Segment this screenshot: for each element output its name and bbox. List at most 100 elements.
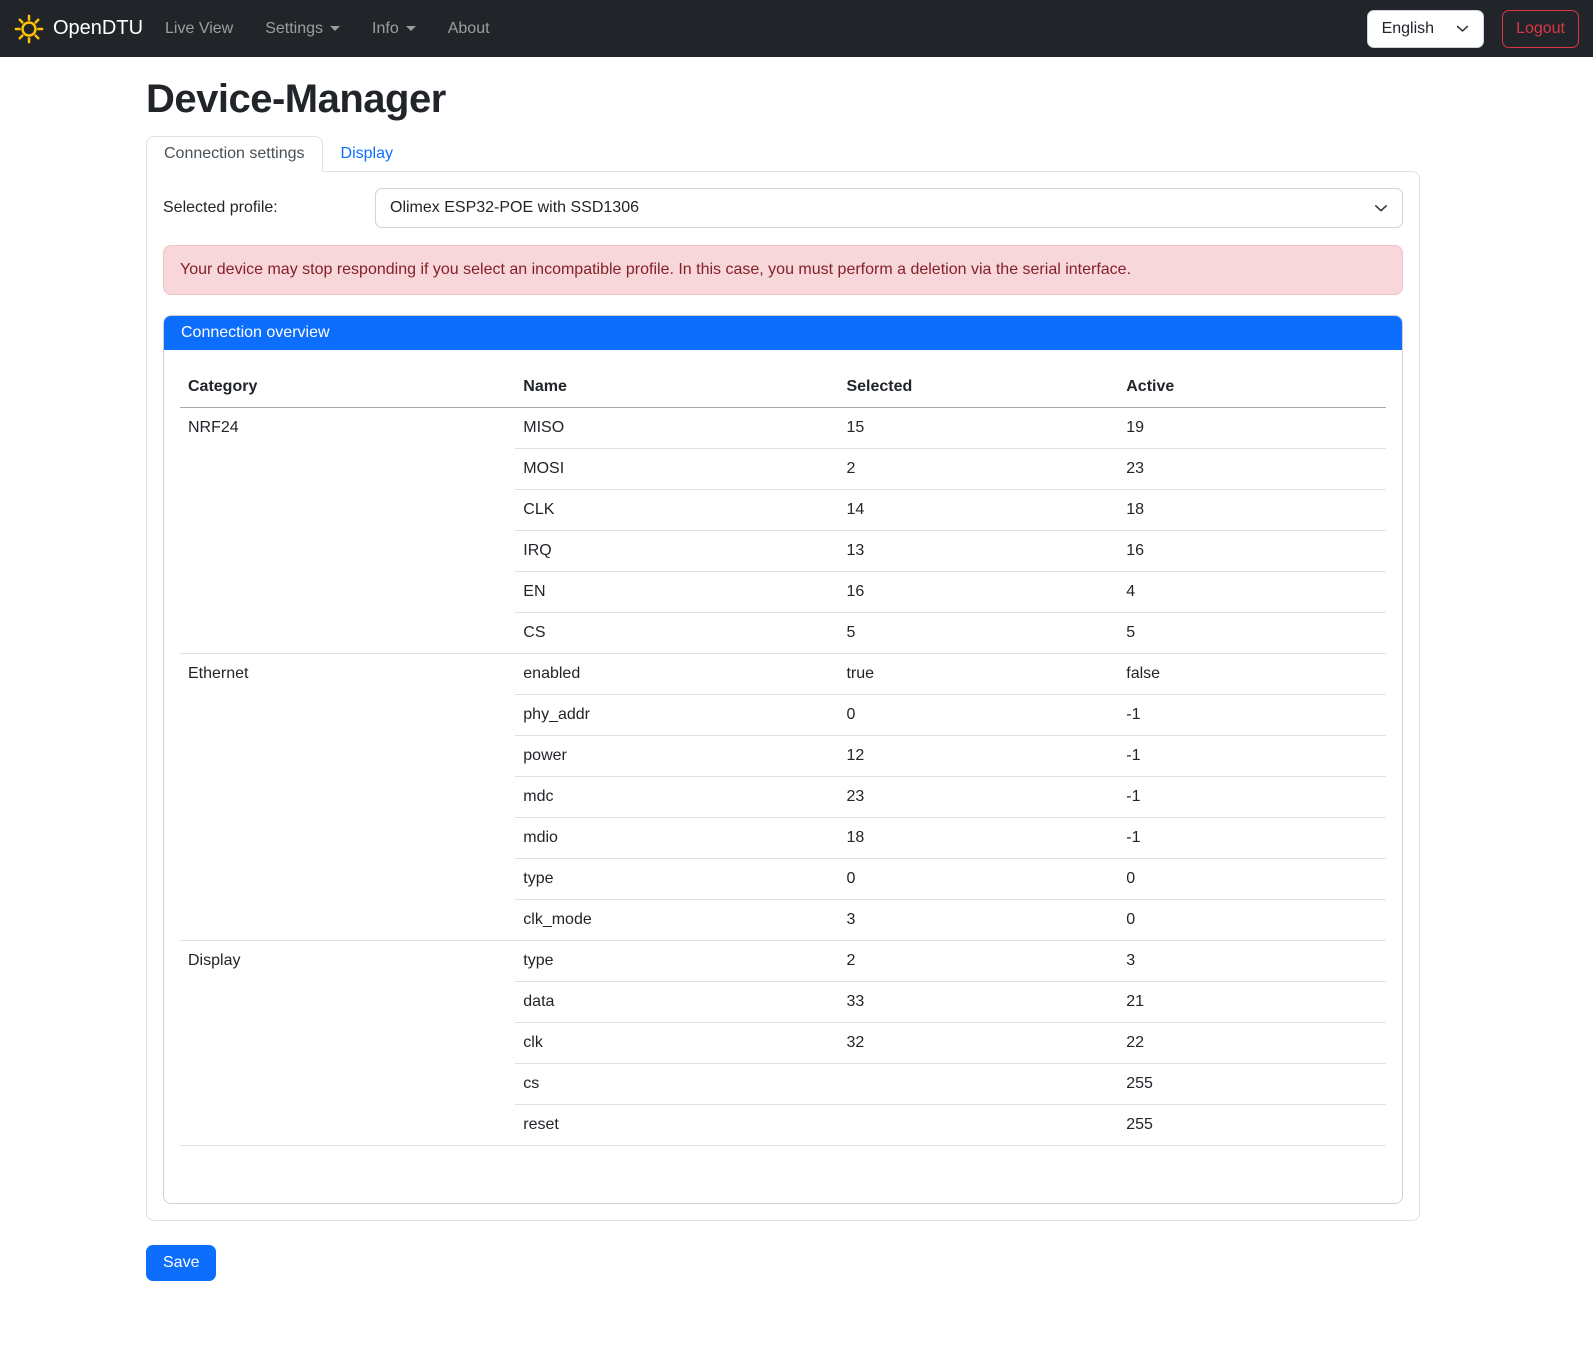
language-select-value: English: [1382, 20, 1434, 38]
selected-cell: 5: [838, 613, 1118, 654]
nav-links: Live View Settings Info About: [157, 12, 1367, 46]
table-header-row: CategoryNameSelectedActive: [180, 367, 1386, 408]
profile-select[interactable]: Olimex ESP32-POE with SSD1306: [375, 188, 1403, 228]
category-cell: Ethernet: [180, 654, 515, 941]
active-cell: 255: [1118, 1064, 1386, 1105]
name-cell: MISO: [515, 408, 838, 449]
name-cell: enabled: [515, 654, 838, 695]
profile-row: Selected profile: Olimex ESP32-POE with …: [163, 188, 1403, 228]
name-cell: CLK: [515, 490, 838, 531]
selected-cell: [838, 1105, 1118, 1146]
active-cell: 0: [1118, 859, 1386, 900]
name-cell: mdio: [515, 818, 838, 859]
selected-cell: 2: [838, 941, 1118, 982]
name-cell: mdc: [515, 777, 838, 818]
column-header: Active: [1118, 367, 1386, 408]
name-cell: IRQ: [515, 531, 838, 572]
active-cell: 16: [1118, 531, 1386, 572]
active-cell: false: [1118, 654, 1386, 695]
name-cell: type: [515, 941, 838, 982]
table-row: Displaytype23: [180, 941, 1386, 982]
nav-item-live-view[interactable]: Live View: [157, 12, 241, 46]
connection-overview-table: CategoryNameSelectedActive NRF24MISO1519…: [180, 367, 1386, 1146]
profile-select-label: Selected profile:: [163, 199, 375, 217]
selected-cell: true: [838, 654, 1118, 695]
caret-down-icon: [406, 26, 416, 31]
tab-connection-settings[interactable]: Connection settings: [146, 136, 323, 172]
active-cell: 3: [1118, 941, 1386, 982]
nav-item-label: Live View: [165, 20, 233, 38]
selected-cell: 32: [838, 1023, 1118, 1064]
selected-cell: 14: [838, 490, 1118, 531]
navbar-right: English Logout: [1367, 10, 1579, 48]
active-cell: 0: [1118, 900, 1386, 941]
selected-cell: [838, 1064, 1118, 1105]
category-cell: Display: [180, 941, 515, 1146]
brand-link[interactable]: OpenDTU: [14, 14, 143, 44]
name-cell: cs: [515, 1064, 838, 1105]
nav-item-label: Settings: [265, 20, 323, 38]
name-cell: clk: [515, 1023, 838, 1064]
nav-item-info[interactable]: Info: [364, 12, 424, 46]
name-cell: EN: [515, 572, 838, 613]
card-body: CategoryNameSelectedActive NRF24MISO1519…: [164, 350, 1402, 1203]
save-button[interactable]: Save: [146, 1245, 216, 1281]
incompatible-profile-warning: Your device may stop responding if you s…: [163, 245, 1403, 295]
name-cell: data: [515, 982, 838, 1023]
brand-label: OpenDTU: [53, 17, 143, 40]
chevron-down-icon: [1456, 22, 1469, 35]
name-cell: MOSI: [515, 449, 838, 490]
selected-cell: 2: [838, 449, 1118, 490]
selected-cell: 33: [838, 982, 1118, 1023]
name-cell: reset: [515, 1105, 838, 1146]
nav-item-settings[interactable]: Settings: [257, 12, 348, 46]
active-cell: 4: [1118, 572, 1386, 613]
nav-item-label: About: [448, 20, 490, 38]
column-header: Category: [180, 367, 515, 408]
active-cell: -1: [1118, 736, 1386, 777]
active-cell: 19: [1118, 408, 1386, 449]
active-cell: -1: [1118, 777, 1386, 818]
card-header: Connection overview: [164, 316, 1402, 350]
main-content: Device-Manager Connection settings Displ…: [146, 77, 1420, 1281]
name-cell: phy_addr: [515, 695, 838, 736]
tab-bar: Connection settings Display: [146, 136, 1420, 171]
name-cell: clk_mode: [515, 900, 838, 941]
sun-icon: [14, 14, 44, 44]
selected-cell: 16: [838, 572, 1118, 613]
selected-cell: 0: [838, 695, 1118, 736]
active-cell: 18: [1118, 490, 1386, 531]
category-cell: NRF24: [180, 408, 515, 654]
language-select[interactable]: English: [1367, 10, 1484, 48]
table-row: NRF24MISO1519: [180, 408, 1386, 449]
tab-content-panel: Selected profile: Olimex ESP32-POE with …: [146, 171, 1420, 1221]
active-cell: 21: [1118, 982, 1386, 1023]
caret-down-icon: [330, 26, 340, 31]
nav-item-about[interactable]: About: [440, 12, 498, 46]
profile-select-value: Olimex ESP32-POE with SSD1306: [390, 199, 639, 217]
tab-display[interactable]: Display: [323, 136, 411, 172]
name-cell: power: [515, 736, 838, 777]
connection-overview-card: Connection overview CategoryNameSelected…: [163, 315, 1403, 1204]
active-cell: 255: [1118, 1105, 1386, 1146]
active-cell: 22: [1118, 1023, 1386, 1064]
page-title: Device-Manager: [146, 77, 1420, 122]
navbar: OpenDTU Live View Settings Info About En…: [0, 0, 1593, 57]
selected-cell: 18: [838, 818, 1118, 859]
active-cell: -1: [1118, 695, 1386, 736]
name-cell: CS: [515, 613, 838, 654]
active-cell: -1: [1118, 818, 1386, 859]
nav-item-label: Info: [372, 20, 399, 38]
active-cell: 23: [1118, 449, 1386, 490]
logout-button[interactable]: Logout: [1502, 10, 1579, 48]
selected-cell: 0: [838, 859, 1118, 900]
selected-cell: 3: [838, 900, 1118, 941]
selected-cell: 13: [838, 531, 1118, 572]
name-cell: type: [515, 859, 838, 900]
selected-cell: 12: [838, 736, 1118, 777]
table-body: NRF24MISO1519MOSI223CLK1418IRQ1316EN164C…: [180, 408, 1386, 1146]
column-header: Selected: [838, 367, 1118, 408]
table-row: Ethernetenabledtruefalse: [180, 654, 1386, 695]
active-cell: 5: [1118, 613, 1386, 654]
selected-cell: 15: [838, 408, 1118, 449]
